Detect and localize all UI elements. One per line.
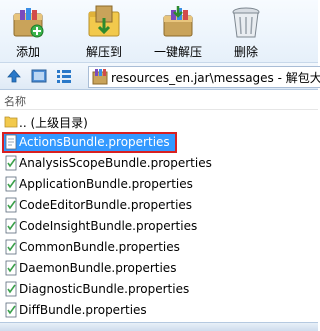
archive-icon <box>92 69 108 85</box>
properties-file-icon <box>5 176 17 192</box>
list-item-label: CodeInsightBundle.properties <box>19 219 198 233</box>
trash-bin-icon <box>232 7 260 38</box>
list-item[interactable]: ApplicationBundle.properties <box>0 174 318 195</box>
address-text: resources_en.jar\messages - 解包大 <box>111 71 320 85</box>
list-item[interactable]: DiffBundle.properties <box>0 300 318 321</box>
list-item-label: .. (上级目录) <box>19 116 88 130</box>
properties-file-icon <box>5 134 17 150</box>
list-item[interactable]: CodeInsightBundle.properties <box>0 216 318 237</box>
delete-button[interactable]: 删除 <box>224 2 268 60</box>
list-item-label: DiffBundle.properties <box>19 303 147 317</box>
list-item-label: DaemonBundle.properties <box>19 261 177 275</box>
one-click-extract-icon <box>163 6 193 37</box>
list-item[interactable]: DaemonBundle.properties <box>0 258 318 279</box>
one-click-extract-button[interactable]: 一键解压 <box>150 2 206 60</box>
extract-to-button[interactable]: 解压到 <box>80 2 128 60</box>
list-item-label: ApplicationBundle.properties <box>19 177 193 191</box>
toolbar: 添加 解压到 一键解压 删除 <box>0 0 318 62</box>
properties-file-icon <box>5 239 17 255</box>
properties-file-icon <box>5 260 17 276</box>
file-list: .. (上级目录) ActionsBundle.properties Analy… <box>0 111 318 321</box>
list-view-icon[interactable] <box>55 67 73 85</box>
properties-file-icon <box>5 197 17 213</box>
large-icon-view-icon[interactable] <box>30 67 48 85</box>
list-item[interactable]: AnalysisScopeBundle.properties <box>0 153 318 174</box>
delete-label: 删除 <box>233 45 258 59</box>
one-click-extract-label: 一键解压 <box>153 45 202 59</box>
list-item-label: CodeEditorBundle.properties <box>19 198 193 212</box>
add-button[interactable]: 添加 <box>6 2 50 60</box>
name-column-header[interactable]: 名称 <box>0 91 318 110</box>
properties-file-icon <box>5 218 17 234</box>
list-item-selected[interactable]: ActionsBundle.properties <box>0 132 318 153</box>
list-item-parent[interactable]: .. (上级目录) <box>0 111 318 132</box>
list-item[interactable]: DiagnosticBundle.properties <box>0 279 318 300</box>
list-item[interactable]: CodeEditorBundle.properties <box>0 195 318 216</box>
extract-to-label: 解压到 <box>85 45 122 59</box>
list-item-label: ActionsBundle.properties <box>19 135 170 149</box>
properties-file-icon <box>5 155 17 171</box>
list-item[interactable]: CommonBundle.properties <box>0 237 318 258</box>
name-column-label: 名称 <box>4 95 26 108</box>
navigation-bar: resources_en.jar\messages - 解包大 <box>0 62 320 90</box>
add-label: 添加 <box>15 45 40 59</box>
extract-to-folder-icon <box>88 5 120 37</box>
properties-file-icon <box>5 281 17 297</box>
up-arrow-icon[interactable] <box>5 67 23 85</box>
list-item-label: DiagnosticBundle.properties <box>19 282 190 296</box>
list-item-label: AnalysisScopeBundle.properties <box>19 156 212 170</box>
address-field[interactable]: resources_en.jar\messages - 解包大 <box>88 66 320 88</box>
folder-icon <box>4 116 18 128</box>
properties-file-icon <box>5 302 17 318</box>
add-archive-icon <box>13 8 44 38</box>
list-item-label: CommonBundle.properties <box>19 240 180 254</box>
